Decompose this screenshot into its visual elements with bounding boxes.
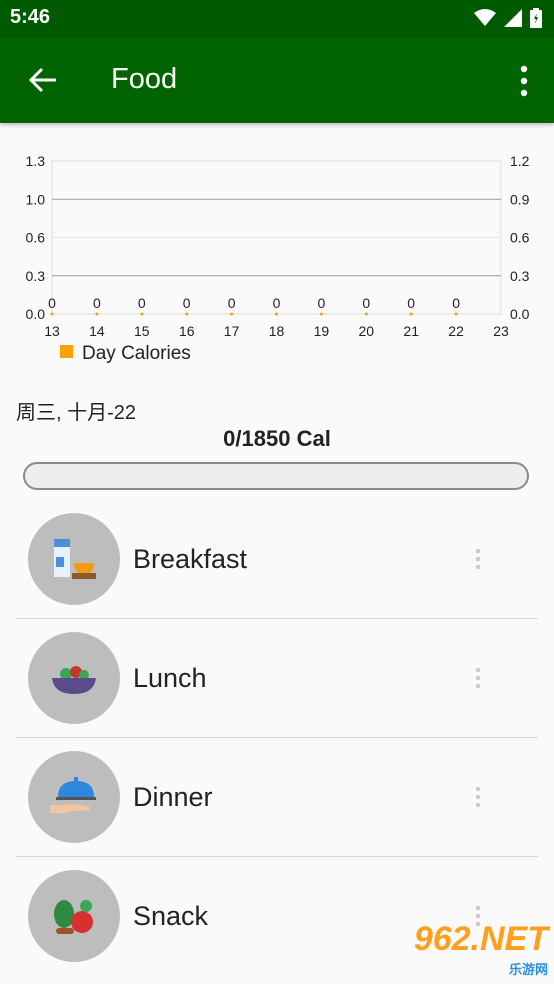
data-label: 0 <box>318 295 326 311</box>
overflow-menu-icon[interactable] <box>474 548 482 570</box>
y-tick-label-left: 0.0 <box>26 306 46 322</box>
signal-icon <box>504 9 522 27</box>
back-arrow-icon[interactable] <box>26 63 60 97</box>
watermark-brand: 962.NET <box>413 920 548 958</box>
x-tick-label: 21 <box>403 323 419 339</box>
x-tick-label: 17 <box>224 323 240 339</box>
x-tick-label: 15 <box>134 323 150 339</box>
x-tick-label: 16 <box>179 323 195 339</box>
salad-bowl-icon <box>52 666 96 694</box>
x-tick-label: 14 <box>89 323 105 339</box>
meal-label: Lunch <box>133 663 207 693</box>
calorie-progress-bar <box>23 462 529 490</box>
x-tick-label: 22 <box>448 323 464 339</box>
y-tick-label-left: 1.3 <box>26 153 46 169</box>
meal-item-breakfast[interactable]: Breakfast <box>16 500 538 619</box>
data-point <box>319 312 323 316</box>
y-tick-label-right: 0.0 <box>510 306 530 322</box>
data-label: 0 <box>93 295 101 311</box>
calories-chart: 1.3 1.21.0 0.90.6 0.60.3 0.30.0 0.013 14 15 16 17… <box>26 153 530 364</box>
data-label: 0 <box>48 295 56 311</box>
meal-label: Snack <box>133 901 209 931</box>
data-point <box>409 312 413 316</box>
more-options-icon[interactable] <box>518 64 530 98</box>
overflow-menu-icon[interactable] <box>474 667 482 689</box>
data-label: 0 <box>407 295 415 311</box>
site-watermark: 962.NET 乐游网 <box>414 920 548 978</box>
data-label: 0 <box>452 295 460 311</box>
data-point <box>275 312 278 316</box>
data-label: 0 <box>183 295 191 311</box>
data-label: 0 <box>228 295 236 311</box>
snack-avatar <box>28 870 120 962</box>
data-point <box>364 312 368 316</box>
serving-cloche-icon <box>50 777 96 813</box>
meal-label: Dinner <box>133 782 213 812</box>
y-tick-label-left: 0.6 <box>26 230 46 246</box>
x-tick-label: 13 <box>44 323 60 339</box>
y-tick-label-right: 0.9 <box>510 191 530 207</box>
legend-label: Day Calories <box>82 343 191 364</box>
y-tick-label-left: 0.3 <box>26 268 46 284</box>
lunch-avatar <box>28 632 120 724</box>
meal-item-lunch[interactable]: Lunch <box>16 619 538 738</box>
data-point <box>140 312 144 316</box>
x-tick-label: 18 <box>269 323 285 339</box>
y-tick-label-right: 0.3 <box>510 268 530 284</box>
dinner-avatar <box>28 751 120 843</box>
data-point <box>50 312 54 316</box>
data-point <box>95 312 99 316</box>
y-tick-label-right: 1.2 <box>510 153 530 169</box>
y-tick-label-left: 1.0 <box>26 191 46 207</box>
meal-item-dinner[interactable]: Dinner <box>16 738 538 857</box>
y-tick-label-right: 0.6 <box>510 230 530 246</box>
breakfast-icon <box>54 539 96 579</box>
page-title: Food <box>111 63 178 95</box>
data-point <box>185 312 189 316</box>
overflow-menu-icon[interactable] <box>474 786 482 808</box>
data-point <box>454 312 458 316</box>
legend-swatch <box>60 345 73 358</box>
status-bar: 5:46 <box>0 0 554 37</box>
data-label: 0 <box>362 295 370 311</box>
x-tick-label: 23 <box>493 323 509 339</box>
x-tick-label: 19 <box>314 323 330 339</box>
x-tick-label: 20 <box>359 323 375 339</box>
data-label: 0 <box>138 295 146 311</box>
data-label: 0 <box>273 295 281 311</box>
meal-label: Breakfast <box>133 544 248 574</box>
vegetables-icon <box>54 900 93 934</box>
calorie-summary: 0/1850 Cal <box>223 426 331 451</box>
wifi-icon <box>474 9 496 26</box>
watermark-sub: 乐游网 <box>508 962 548 977</box>
app-bar: Food <box>0 37 554 123</box>
current-date: 周三, 十月-22 <box>16 402 137 424</box>
status-time: 5:46 <box>10 6 51 28</box>
data-point <box>230 312 234 316</box>
breakfast-avatar <box>28 513 120 605</box>
meal-list: Breakfast Lunch Dinner Snack <box>0 500 554 975</box>
battery-icon <box>530 8 542 28</box>
